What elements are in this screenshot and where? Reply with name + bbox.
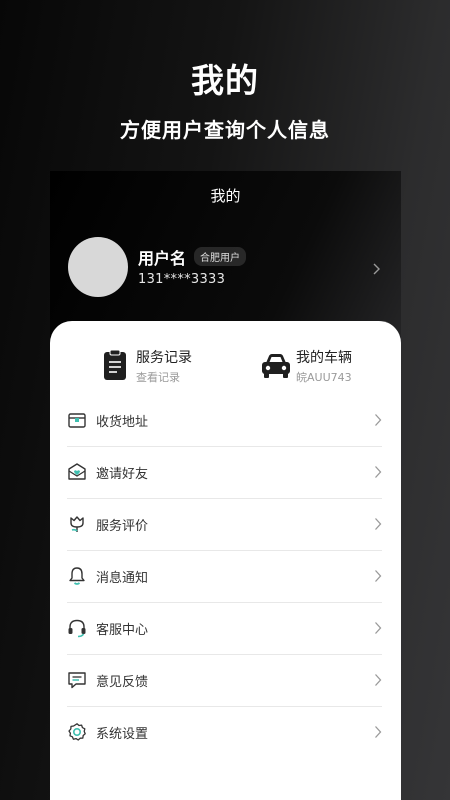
vehicle-plate: 皖AUU743 — [296, 371, 352, 384]
menu-item-service-rating[interactable]: 服务评价 — [67, 499, 382, 551]
menu-item-settings[interactable]: 系统设置 — [67, 707, 382, 759]
chevron-right-icon — [375, 622, 382, 634]
service-records-sub: 查看记录 — [136, 371, 180, 384]
screen-title: 我的 — [210, 187, 241, 205]
chevron-right-icon — [375, 414, 382, 426]
service-records-label: 服务记录 — [136, 350, 192, 366]
clipboard-icon — [104, 349, 126, 380]
menu-label: 客服中心 — [96, 623, 149, 638]
chevron-right-icon — [375, 674, 382, 686]
phone-screen: 我的 用户名 合肥用户 131****3333 服务记录 查看记录 我的车辆 皖… — [50, 171, 401, 800]
menu-label: 收货地址 — [96, 415, 149, 430]
invite-envelope-icon — [68, 463, 86, 480]
menu-item-customer-service[interactable]: 客服中心 — [67, 603, 382, 655]
promo-subtitle: 方便用户查询个人信息 — [120, 118, 330, 142]
menu-card: 服务记录 查看记录 我的车辆 皖AUU743 收货地址 邀请好友 服务评价 消息… — [50, 321, 401, 800]
chevron-right-icon — [375, 518, 382, 530]
menu-item-feedback[interactable]: 意见反馈 — [67, 655, 382, 707]
chevron-right-icon — [375, 466, 382, 478]
menu-label: 消息通知 — [96, 571, 149, 586]
car-icon — [262, 354, 290, 378]
menu-label: 意见反馈 — [96, 675, 149, 690]
headset-icon — [68, 619, 86, 638]
promo-title: 我的 — [191, 61, 259, 100]
phone-number: 131****3333 — [138, 272, 226, 287]
feedback-chat-icon — [68, 672, 86, 689]
menu-label: 邀请好友 — [96, 467, 149, 482]
menu-item-invite[interactable]: 邀请好友 — [67, 447, 382, 499]
tulip-icon — [70, 516, 84, 532]
username: 用户名 — [138, 249, 187, 268]
my-vehicle-label: 我的车辆 — [296, 350, 352, 366]
bell-icon — [69, 567, 85, 585]
menu-list: 收货地址 邀请好友 服务评价 消息通知 客服中心 意见反馈 系统设置 — [67, 395, 382, 759]
menu-label: 服务评价 — [96, 519, 149, 534]
city-badge: 合肥用户 — [194, 247, 246, 266]
avatar[interactable] — [68, 237, 128, 297]
chevron-right-icon — [375, 570, 382, 582]
chevron-right-icon[interactable] — [369, 261, 383, 277]
chevron-right-icon — [375, 726, 382, 738]
menu-item-address[interactable]: 收货地址 — [67, 395, 382, 447]
menu-item-notifications[interactable]: 消息通知 — [67, 551, 382, 603]
settings-gear-icon — [68, 723, 86, 741]
address-box-icon — [68, 413, 86, 428]
menu-label: 系统设置 — [96, 727, 149, 742]
